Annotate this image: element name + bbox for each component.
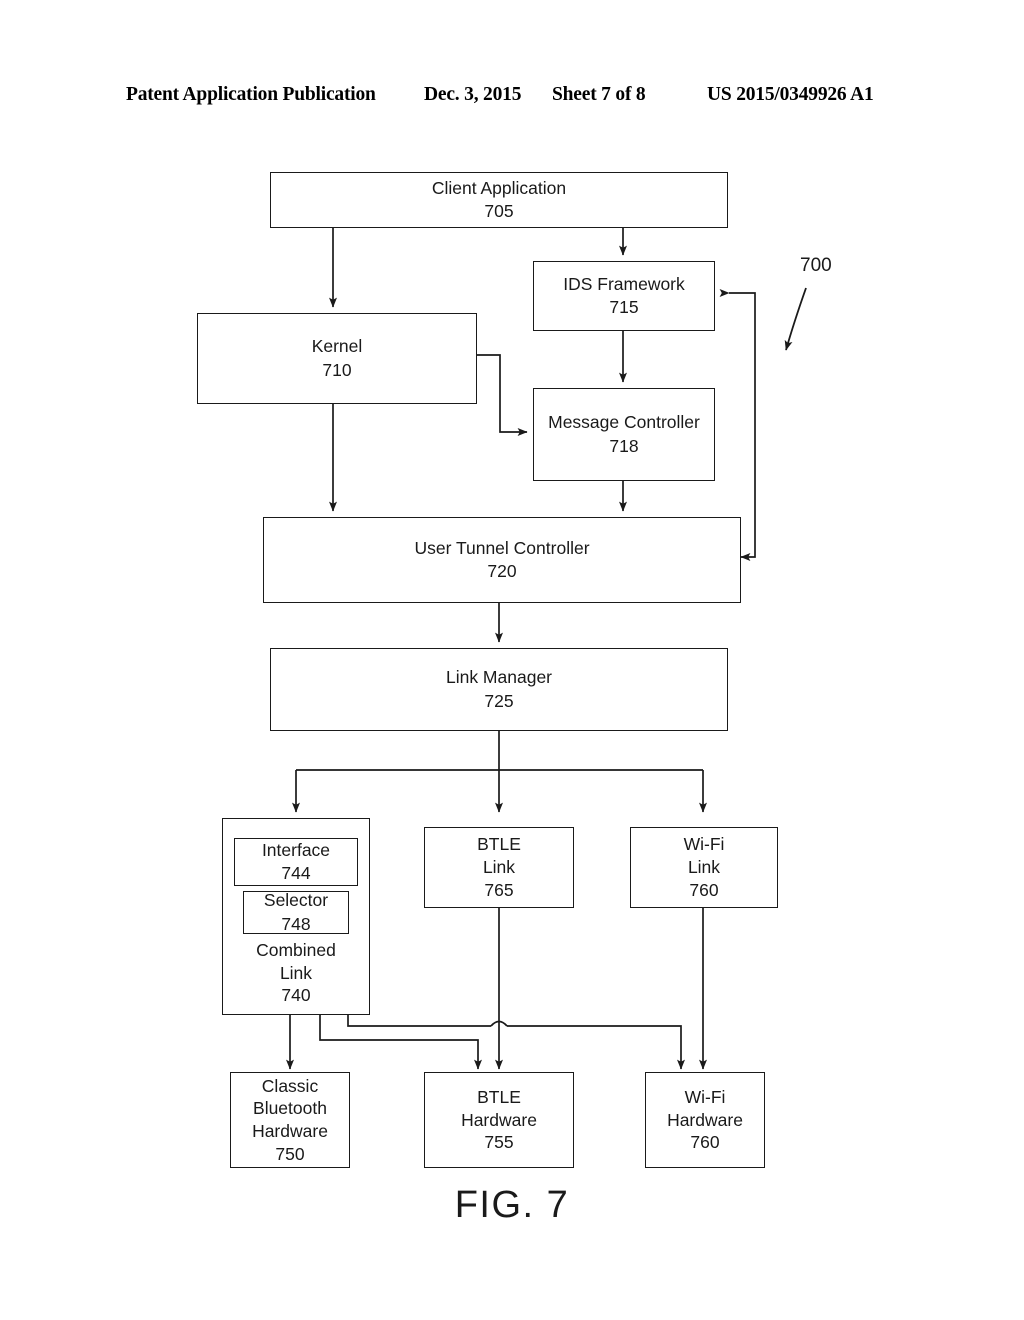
figure-caption: FIG. 7 <box>454 1184 570 1226</box>
node-message-controller-ref: 718 <box>609 435 639 456</box>
node-interface: Interface 744 <box>234 838 358 886</box>
node-wifi-hardware-label: Wi-Fi Hardware <box>667 1086 743 1130</box>
node-link-manager-ref: 725 <box>484 690 514 711</box>
node-kernel-ref: 710 <box>322 359 352 380</box>
node-user-tunnel-controller: User Tunnel Controller 720 <box>263 517 741 603</box>
node-user-tunnel-controller-label: User Tunnel Controller <box>414 537 590 558</box>
node-btle-hardware-label: BTLE Hardware <box>461 1086 537 1130</box>
node-ids-framework-label: IDS Framework <box>563 273 685 294</box>
node-client-application-ref: 705 <box>484 201 514 221</box>
node-wifi-hardware: Wi-Fi Hardware 760 <box>645 1072 765 1168</box>
node-btle-link-label: BTLE Link <box>477 834 521 878</box>
node-link-manager-label: Link Manager <box>445 667 553 688</box>
node-client-application-label: Client Application <box>431 177 567 198</box>
node-classic-bluetooth-hardware: Classic Bluetooth Hardware 750 <box>230 1072 350 1168</box>
figure-7-block-diagram: 700 Client Application 705 IDS Framework… <box>0 0 1024 1320</box>
node-btle-link: BTLE Link 765 <box>424 827 574 908</box>
node-wifi-hardware-ref: 760 <box>690 1132 720 1153</box>
node-classic-bluetooth-hardware-ref: 750 <box>275 1143 305 1164</box>
node-classic-bluetooth-hardware-label: Classic Bluetooth Hardware <box>252 1075 328 1142</box>
figure-reference-700: 700 <box>800 255 832 276</box>
node-btle-link-ref: 765 <box>484 879 514 900</box>
node-wifi-link-label: Wi-Fi Link <box>683 834 725 878</box>
node-user-tunnel-controller-ref: 720 <box>487 561 517 581</box>
node-selector-ref: 748 <box>281 913 311 934</box>
node-interface-ref: 744 <box>281 863 311 883</box>
node-selector-label: Selector <box>263 890 329 911</box>
node-btle-hardware: BTLE Hardware 755 <box>424 1072 574 1168</box>
node-interface-label: Interface <box>261 839 331 860</box>
node-combined-link-ref: 740 <box>281 985 311 1006</box>
node-wifi-link: Wi-Fi Link 760 <box>630 827 778 908</box>
node-ids-framework-ref: 715 <box>609 297 639 317</box>
node-kernel-label: Kernel <box>311 336 363 357</box>
node-btle-hardware-ref: 755 <box>484 1132 514 1153</box>
node-message-controller-label: Message Controller <box>548 412 700 433</box>
node-client-application: Client Application 705 <box>270 172 728 228</box>
node-selector: Selector 748 <box>243 890 349 934</box>
node-message-controller: Message Controller 718 <box>533 388 715 481</box>
node-ids-framework: IDS Framework 715 <box>533 261 715 331</box>
node-link-manager: Link Manager 725 <box>270 648 728 731</box>
node-combined-link-label: Combined Link <box>256 939 336 983</box>
node-kernel: Kernel 710 <box>197 313 477 404</box>
node-wifi-link-ref: 760 <box>689 879 719 900</box>
